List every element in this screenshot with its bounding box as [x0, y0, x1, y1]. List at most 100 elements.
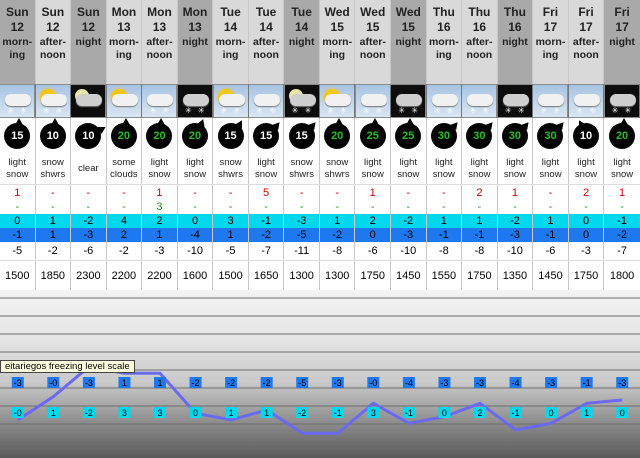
- max-temp: 1: [319, 214, 356, 228]
- wind-speed-icon: 10: [573, 118, 600, 149]
- wind-chill: -6: [533, 242, 569, 260]
- summary-text: light snow: [433, 157, 455, 181]
- lower-level-label: -0: [11, 407, 24, 418]
- lower-level-label: 0: [616, 407, 629, 418]
- cloud-icon: [325, 94, 352, 106]
- svg-text:-2: -2: [227, 378, 235, 388]
- wind-speed-icon: 10: [39, 118, 66, 149]
- column-header[interactable]: Mon 13 after-noon: [142, 0, 178, 84]
- lower-level-label: 0: [438, 407, 451, 418]
- lower-level-label: 0: [189, 407, 202, 418]
- day-name: Thu: [503, 5, 526, 19]
- period-label: morn-ing: [109, 36, 139, 62]
- column-header[interactable]: Tue 14 night: [284, 0, 320, 84]
- wind-arrow-icon: [50, 118, 59, 125]
- wind-speed: 10: [46, 130, 59, 142]
- summary-line-1: light: [399, 157, 417, 168]
- cloud-icon: [289, 94, 316, 106]
- column-header[interactable]: Thu 16 morn-ing: [426, 0, 463, 84]
- wind-cell: 15: [249, 118, 285, 154]
- day-name: Wed: [360, 5, 386, 19]
- lower-level-label: 1: [260, 407, 273, 418]
- freezing-level-line: [16, 365, 623, 435]
- freezing-level: 1650: [249, 261, 285, 290]
- wind-speed: 30: [508, 130, 522, 142]
- period-label: night: [609, 36, 635, 49]
- lower-level-label: 1: [47, 407, 60, 418]
- snowflake-icon: ✳ ✳: [504, 106, 527, 115]
- snow-row: 1---1--5--1--21-21: [0, 184, 640, 200]
- column-header[interactable]: Thu 16 after-noon: [462, 0, 498, 84]
- summary-cell: light snow: [604, 154, 640, 184]
- svg-text:-2: -2: [263, 378, 271, 388]
- summary-line-1: light: [364, 157, 382, 168]
- snow-amount: -: [320, 185, 356, 200]
- snow-amount: -: [71, 185, 107, 200]
- wind-chill: -3: [569, 242, 605, 260]
- column-header[interactable]: Mon 13 morn-ing: [106, 0, 143, 84]
- svg-text:1: 1: [584, 408, 589, 418]
- upper-level-label: -0: [47, 377, 60, 388]
- column-header[interactable]: Wed 15 after-noon: [355, 0, 392, 84]
- wind-chill: -5: [0, 242, 36, 260]
- weather-icon-row: ✳ ✳ ✳ ✳ ✳ ✳ ✳ ✳ ✳ ✳ ✳ ✳ ✳ ✳ ✳ ✳ ✳ ✳ ✳ ✳ ✳ ✳ ✳ ✳ ✳ ✳ ✳…: [0, 84, 640, 118]
- period-line-2: noon: [39, 49, 66, 61]
- period-line-1: after-: [359, 36, 386, 48]
- max-temp: 1: [533, 214, 569, 228]
- snowflake-icon: ✳ ✳: [540, 106, 563, 115]
- period-line-2: ing: [329, 49, 346, 61]
- upper-level-label: -3: [82, 377, 95, 388]
- column-header[interactable]: Tue 14 after-noon: [248, 0, 285, 84]
- summary-cell: snow shwrs: [213, 154, 249, 184]
- rain-amount: -: [213, 200, 249, 214]
- max-temp: -1: [604, 214, 640, 228]
- summary-line-1: light: [150, 157, 169, 168]
- column-header[interactable]: Fri 17 night: [604, 0, 640, 84]
- period-label: after-noon: [466, 36, 492, 62]
- column-header[interactable]: Tue 14 morn-ing: [213, 0, 249, 84]
- summary-text: clear: [78, 163, 99, 175]
- wind-arrow-icon: [556, 119, 568, 131]
- column-header[interactable]: Fri 17 after-noon: [568, 0, 605, 84]
- column-header[interactable]: Sun 12 night: [71, 0, 107, 84]
- column-header[interactable]: Sun 12 morn-ing: [0, 0, 36, 84]
- freezing-level: 1750: [355, 261, 392, 290]
- rain-row: ----3-------------: [0, 200, 640, 214]
- summary-cell: light snow: [178, 154, 214, 184]
- snow-amount: 2: [569, 185, 605, 200]
- svg-text:0: 0: [193, 408, 198, 418]
- lower-level-label: 0: [545, 407, 558, 418]
- column-header[interactable]: Thu 16 night: [497, 0, 534, 84]
- snow-amount: 2: [462, 185, 498, 200]
- summary-line-1: light: [257, 157, 275, 168]
- sun-cloud-snow-icon: ✳ ✳: [320, 85, 355, 117]
- wind-arrow-icon: [485, 119, 497, 131]
- column-header[interactable]: Wed 15 night: [391, 0, 427, 84]
- svg-text:3: 3: [157, 408, 162, 418]
- svg-text:-4: -4: [512, 378, 520, 388]
- header-row: Sun 12 morn-ing Sun 12 after-noon Sun 12 night Mo…: [0, 0, 640, 84]
- max-temp: -2: [71, 214, 107, 228]
- freezing-level-tooltip: eitariegos freezing level scale: [0, 360, 135, 373]
- day-date: 15: [330, 20, 344, 34]
- summary-line-2: snow: [610, 169, 634, 180]
- column-header[interactable]: Fri 17 morn-ing: [533, 0, 569, 84]
- max-temp: 2: [142, 214, 178, 228]
- column-header[interactable]: Mon 13 night: [177, 0, 214, 84]
- lower-level-label: 2: [474, 407, 486, 418]
- wind-speed-icon: 15: [217, 118, 246, 149]
- wind-row: 15 10 10 20 20 20 15 15 15 20 25 25 30 30 30 30 10 20: [0, 118, 640, 154]
- snow-amount: -: [178, 185, 214, 200]
- wind-speed-icon: 20: [146, 118, 173, 149]
- summary-cell: light snow: [249, 154, 285, 184]
- min-temp: -1: [533, 228, 569, 242]
- cloud-icon: [147, 94, 174, 106]
- wind-cell: 30: [533, 118, 569, 154]
- summary-line-2: snow: [574, 169, 598, 180]
- period-label: night: [289, 36, 315, 49]
- max-temp: 4: [106, 214, 143, 228]
- min-temp: -1: [462, 228, 498, 242]
- column-header[interactable]: Sun 12 after-noon: [35, 0, 72, 84]
- svg-text:-5: -5: [298, 378, 306, 388]
- column-header[interactable]: Wed 15 morn-ing: [319, 0, 356, 84]
